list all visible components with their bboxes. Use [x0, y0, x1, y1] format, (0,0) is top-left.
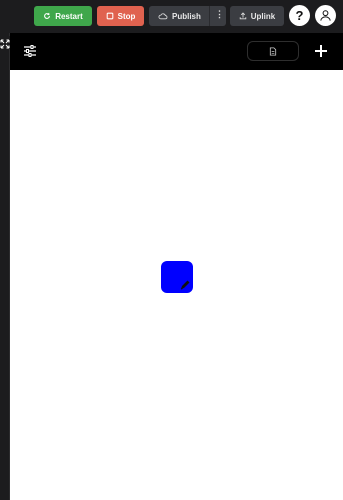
account-button[interactable] [315, 5, 336, 26]
publish-divider [209, 6, 210, 26]
stop-label: Stop [117, 11, 136, 21]
uplink-button[interactable]: Uplink [230, 6, 284, 26]
publish-label: Publish [172, 11, 201, 21]
refresh-icon [44, 12, 51, 19]
person-icon [320, 10, 331, 21]
cloud-upload-icon [158, 13, 168, 20]
sliders-icon[interactable] [23, 44, 37, 63]
pen-icon [180, 280, 190, 290]
plus-icon[interactable] [313, 43, 329, 64]
upload-icon [239, 12, 247, 20]
app-preview [0, 33, 343, 500]
stop-button[interactable]: Stop [97, 6, 144, 26]
left-panel-edge [0, 33, 10, 500]
uplink-label: Uplink [250, 11, 276, 21]
publish-button[interactable]: Publish ⋮ [149, 6, 226, 26]
document-icon [269, 46, 277, 56]
app-header [0, 33, 343, 70]
restart-button[interactable]: Restart [34, 6, 92, 26]
help-button[interactable]: ? [289, 5, 310, 26]
square-stop-icon [106, 12, 113, 20]
vertical-dots-icon[interactable]: ⋮ [215, 9, 224, 20]
expand-icon[interactable] [0, 36, 10, 49]
blue-tile[interactable] [161, 261, 193, 293]
top-toolbar: Restart Stop Publish ⋮ Uplink ? [0, 0, 343, 33]
restart-label: Restart [55, 11, 83, 21]
document-button[interactable] [247, 41, 299, 61]
